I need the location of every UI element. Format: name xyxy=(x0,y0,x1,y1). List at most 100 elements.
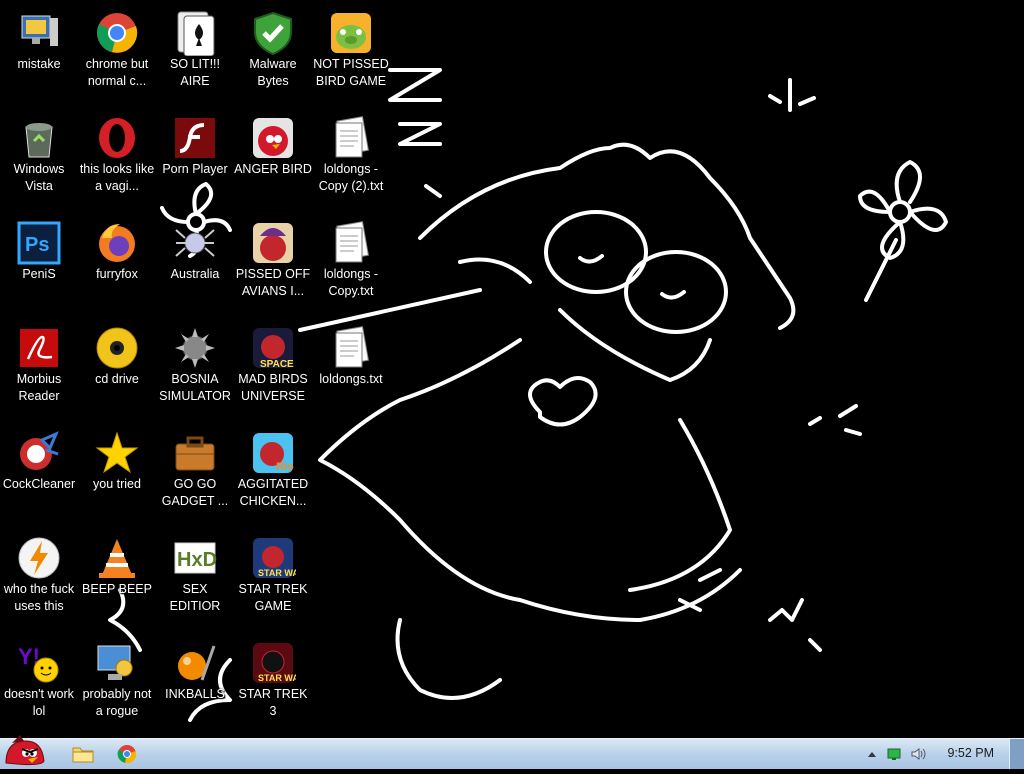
desktop-icon-label: SO LIT!!! AIRE xyxy=(169,57,220,88)
desktop-icon-ccleaner[interactable]: CockCleaner xyxy=(0,424,78,524)
desktop-icon-not-pissed[interactable]: NOT PISSED BIRD GAME xyxy=(312,4,390,104)
desktop-icon-mad-birds[interactable]: SPACE MAD BIRDS UNIVERSE xyxy=(234,319,312,419)
desktop-icon-label: PISSED OFF AVIANS I... xyxy=(235,267,311,298)
text-file-icon xyxy=(335,116,369,158)
pdf-icon xyxy=(20,329,58,367)
desktop-icon-yahoo[interactable]: Y! doesn't work lol xyxy=(0,634,78,734)
desktop-icon-label: STAR TREK GAME xyxy=(238,582,308,613)
desktop-icon-gadget[interactable]: GO GO GADGET ... xyxy=(156,424,234,524)
desktop-icon-chrome[interactable]: chrome but normal c... xyxy=(78,4,156,104)
yahoo-messenger-icon: Y! xyxy=(18,644,59,683)
svg-text:HxD: HxD xyxy=(177,549,217,571)
desktop-icon-label: BOSNIA SIMULATOR xyxy=(159,372,231,403)
flash-icon xyxy=(175,118,215,158)
desktop-icon-rogue[interactable]: probably not a rogue xyxy=(78,634,156,734)
solitaire-icon xyxy=(177,11,215,56)
desktop-icon-recycle[interactable]: Windows Vista xyxy=(0,109,78,209)
desktop-icon-label: NOT PISSED BIRD GAME xyxy=(313,57,389,88)
desktop-icon-hxd[interactable]: HxD SEX EDITIOR xyxy=(156,529,234,629)
control-panel-icon xyxy=(97,645,133,680)
desktop-icon-label: Porn Player xyxy=(162,162,228,176)
desktop-icon-you-tried[interactable]: you tried xyxy=(78,424,156,524)
volume-icon[interactable] xyxy=(910,746,926,762)
desktop-icon-loldongs1[interactable]: loldongs - Copy.txt xyxy=(312,214,390,314)
desktop-icon-label: Morbius Reader xyxy=(16,372,62,403)
desktop-icon-vlc[interactable]: BEEP BEEP xyxy=(78,529,156,629)
desktop-icon-startrek3[interactable]: STAR WARS STAR TREK 3 xyxy=(234,634,312,734)
angry-bird-start-icon xyxy=(5,735,45,766)
desktop-icon-label: chrome but normal c... xyxy=(85,57,149,88)
angry-birds-star-wars-2-icon: STAR WARS xyxy=(253,643,296,683)
svg-text:Ps: Ps xyxy=(25,234,49,256)
desktop-icon-australia[interactable]: Australia xyxy=(156,214,234,314)
desktop-icon-pissed-off[interactable]: PISSED OFF AVIANS I... xyxy=(234,214,312,314)
desktop-icon-label: who the fuck uses this xyxy=(3,582,75,613)
spiked-ball-icon xyxy=(175,328,215,368)
desktop-icon-photoshop[interactable]: Ps PeniS xyxy=(0,214,78,314)
desktop-icon-inkballs[interactable]: INKBALLS xyxy=(156,634,234,734)
desktop-icon-label: loldongs.txt xyxy=(319,372,383,386)
desktop-icon-label: INKBALLS xyxy=(165,687,225,701)
desktop-icon-label: ANGER BIRD xyxy=(234,162,312,176)
desktop-icon-label: Australia xyxy=(170,267,220,281)
desktop-icon-agitated[interactable]: Rio AGGITATED CHICKEN... xyxy=(234,424,312,524)
desktop-icon-loldongs[interactable]: loldongs.txt xyxy=(312,319,390,419)
hxd-icon: HxD xyxy=(174,542,217,574)
desktop-icon-cd-drive[interactable]: cd drive xyxy=(78,319,156,419)
ccleaner-icon xyxy=(20,431,59,470)
text-file-icon xyxy=(335,326,369,368)
briefcase-icon xyxy=(175,436,215,471)
desktop-icon-solitaire[interactable]: SO LIT!!! AIRE xyxy=(156,4,234,104)
desktop-icon-bosnia[interactable]: BOSNIA SIMULATOR xyxy=(156,319,234,419)
taskbar-chrome-button[interactable] xyxy=(114,742,140,766)
photoshop-icon: Ps xyxy=(17,221,61,265)
desktop-icon-opera[interactable]: this looks like a vagi... xyxy=(78,109,156,209)
desktop-icon-label: loldongs - Copy.txt xyxy=(323,267,379,298)
desktop-icon-label: MAD BIRDS UNIVERSE xyxy=(238,372,308,403)
taskbar-folder-button[interactable] xyxy=(70,742,96,766)
inkball-icon xyxy=(178,645,216,681)
chrome-icon xyxy=(117,745,137,764)
desktop-icon-winamp[interactable]: who the fuck uses this xyxy=(0,529,78,629)
svg-text:SPACE: SPACE xyxy=(260,359,294,370)
chevron-up-icon[interactable] xyxy=(866,746,878,762)
shield-icon xyxy=(254,11,292,56)
taskbar: 9:52 PM xyxy=(0,735,1024,769)
star-icon xyxy=(95,431,139,474)
opera-icon xyxy=(99,118,135,158)
angry-bird-icon xyxy=(253,118,293,158)
show-desktop-button[interactable] xyxy=(1009,739,1024,769)
svg-text:STAR WARS: STAR WARS xyxy=(258,568,296,578)
desktop-icon-anger-bird[interactable]: ANGER BIRD xyxy=(234,109,312,209)
desktop-icon-label: CockCleaner xyxy=(2,477,76,491)
computer-icon xyxy=(21,15,58,46)
desktop-icon-firefox[interactable]: furryfox xyxy=(78,214,156,314)
desktop-icon-label: SEX EDITIOR xyxy=(169,582,221,613)
folder-icon xyxy=(72,747,94,763)
desktop-icon-malwarebytes[interactable]: Malware Bytes xyxy=(234,4,312,104)
desktop-icon-morbius[interactable]: Morbius Reader xyxy=(0,319,78,419)
start-button[interactable] xyxy=(2,733,46,769)
desktop-icon-label: loldongs - Copy (2).txt xyxy=(318,162,384,193)
desktop-icon-label: AGGITATED CHICKEN... xyxy=(237,477,309,508)
recycle-bin-icon xyxy=(25,123,53,158)
desktop-icon-label: Windows Vista xyxy=(13,162,65,193)
desktop-icon-label: you tried xyxy=(93,477,141,491)
desktop-icon-flash[interactable]: Porn Player xyxy=(156,109,234,209)
system-clock[interactable]: 9:52 PM xyxy=(947,746,994,760)
desktop-icon-loldongs2[interactable]: loldongs - Copy (2).txt xyxy=(312,109,390,209)
desktop-icon-label: GO GO GADGET ... xyxy=(161,477,229,508)
desktop-icon-startrek[interactable]: STAR WARS STAR TREK GAME xyxy=(234,529,312,629)
desktop-icon-mistake[interactable]: mistake xyxy=(0,4,78,104)
angry-birds-seasons-icon xyxy=(253,223,293,263)
desktop-icon-label: probably not a rogue xyxy=(82,687,152,718)
chrome-icon xyxy=(97,13,138,53)
desktop-icon-label: furryfox xyxy=(96,267,138,281)
desktop-icon-label: STAR TREK 3 xyxy=(238,687,308,718)
angry-birds-star-wars-icon: STAR WARS xyxy=(253,538,296,578)
desktop-icon-label: BEEP BEEP xyxy=(82,582,152,596)
desktop-icon-label: this looks like a vagi... xyxy=(79,162,155,193)
green-pig-icon xyxy=(331,13,371,53)
cd-icon xyxy=(96,327,138,369)
network-icon[interactable] xyxy=(886,746,902,762)
